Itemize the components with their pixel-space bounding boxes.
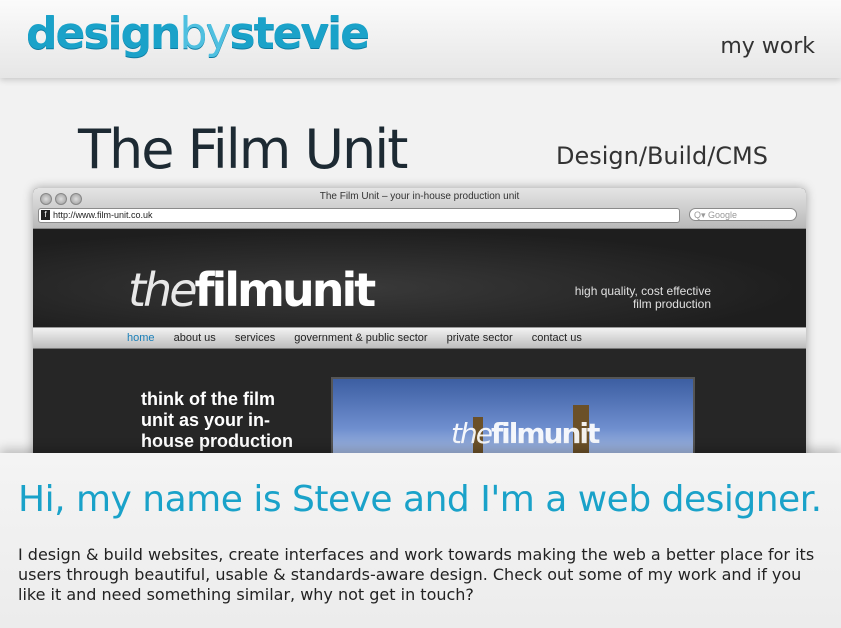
intro-heading: Hi, my name is Steve and I'm a web desig…	[18, 479, 822, 520]
browser-toolbar: The Film Unit – your in-house production…	[33, 188, 806, 229]
favicon-icon: f	[41, 210, 50, 220]
search-placeholder: Google	[708, 210, 738, 220]
project-title: The Film Unit	[78, 118, 408, 181]
project-screenshot[interactable]: The Film Unit – your in-house production…	[33, 188, 806, 478]
logo[interactable]: designbystevie	[26, 6, 370, 62]
intro-paragraph: I design & build websites, create interf…	[18, 545, 815, 604]
search-icon: Q▾	[694, 210, 709, 220]
film-unit-logo: thefilmunit	[128, 263, 376, 317]
site-preview-nav: home about us services government & publ…	[33, 327, 806, 349]
intro-panel: Hi, my name is Steve and I'm a web desig…	[0, 453, 841, 628]
preview-nav-home: home	[127, 332, 155, 344]
browser-search-field: Q▾ Google	[689, 208, 797, 221]
preview-nav-private: private sector	[446, 332, 513, 344]
url-text: http://www.film-unit.co.uk	[53, 210, 153, 220]
preview-nav-about: about us	[173, 332, 216, 344]
project-type: Design/Build/CMS	[556, 142, 768, 170]
address-bar: f http://www.film-unit.co.uk	[38, 208, 680, 223]
photo-logo-overlay: thefilmunit	[451, 417, 600, 450]
nav-my-work-link[interactable]: my work	[720, 34, 815, 59]
tagline-line-2: film production	[632, 297, 711, 311]
preview-nav-services: services	[234, 332, 276, 344]
site-header: designbystevie my work	[0, 0, 841, 78]
browser-window-title: The Film Unit – your in-house production…	[319, 191, 520, 202]
preview-nav-contact: contact us	[531, 332, 582, 344]
site-preview-header: thefilmunit high quality, cost effective…	[33, 229, 806, 327]
preview-nav-government: government & public sector	[294, 332, 428, 344]
film-unit-tagline: high quality, cost effective film produc…	[575, 285, 711, 311]
